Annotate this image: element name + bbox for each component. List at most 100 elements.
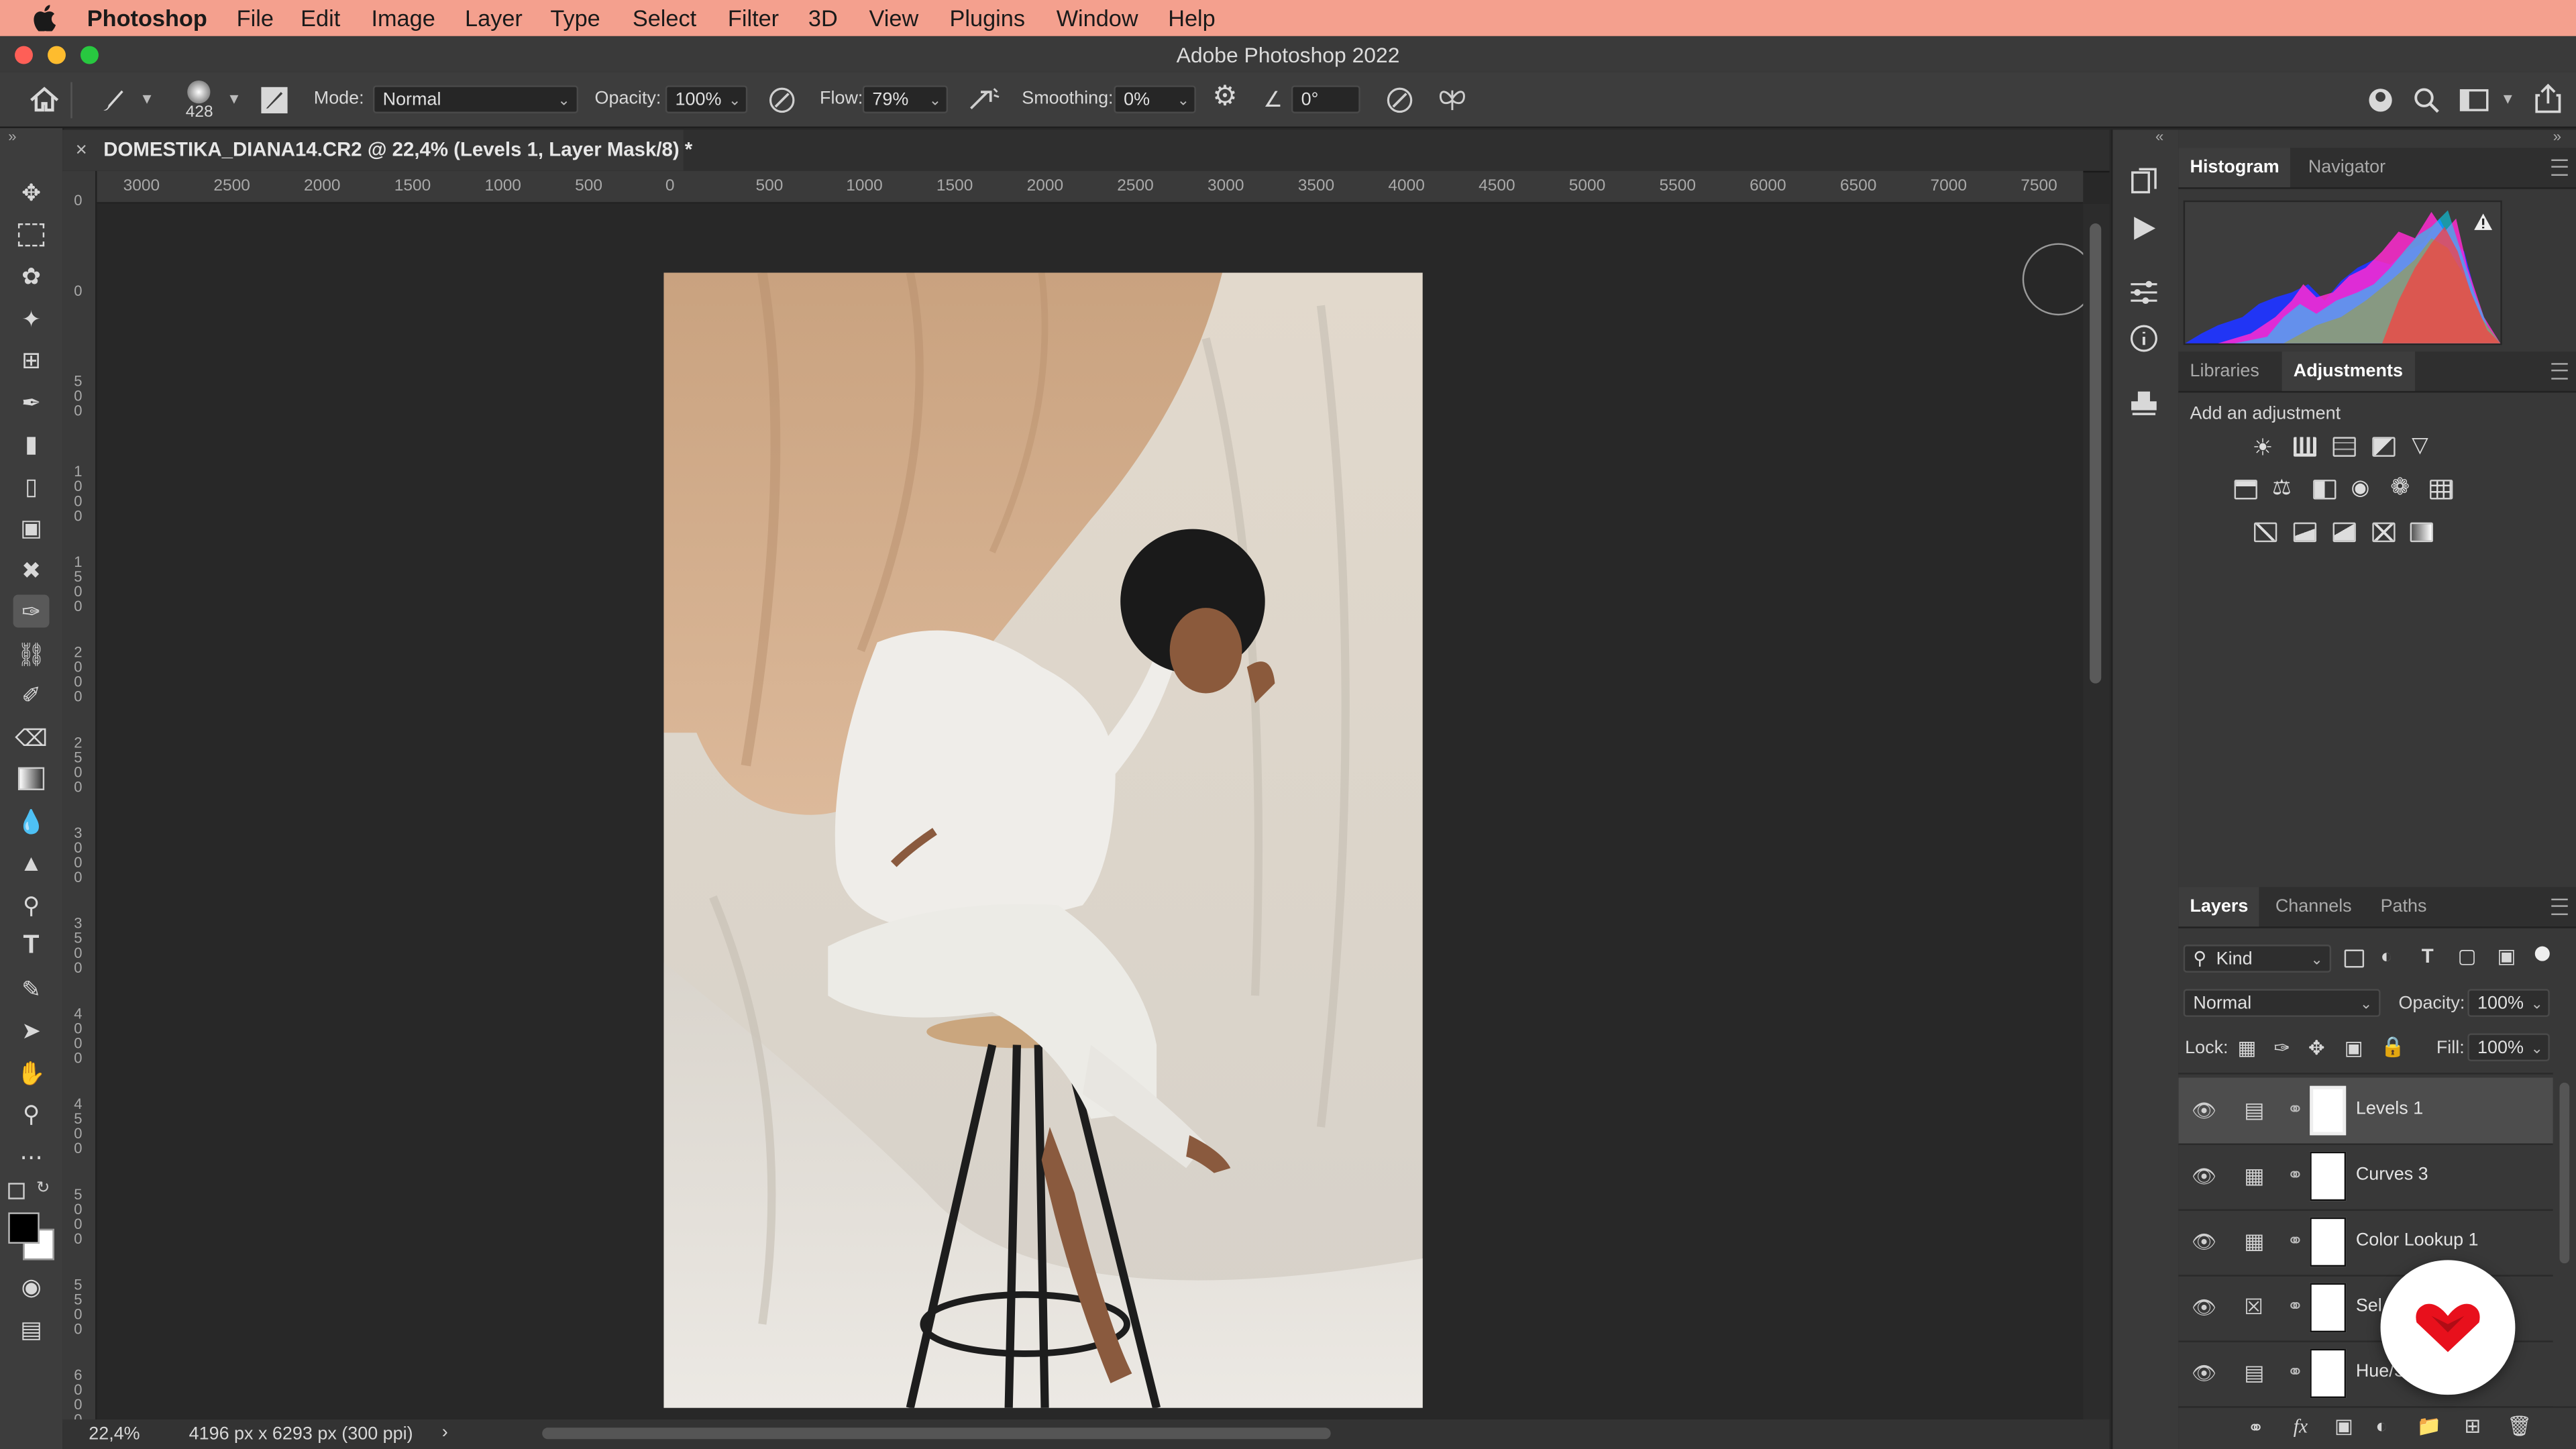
mask-link-icon[interactable]: ⚭ — [2287, 1163, 2304, 1186]
exposure-adjustment-icon[interactable] — [2372, 437, 2396, 457]
pressure-size-icon[interactable] — [1385, 85, 1414, 115]
menu-type[interactable]: Type — [550, 5, 600, 31]
layer-mask-thumbnail[interactable] — [2310, 1085, 2347, 1136]
collapse-icon[interactable]: » — [2553, 128, 2561, 144]
mask-link-icon[interactable]: ⚭ — [2287, 1097, 2304, 1120]
type-tool-icon[interactable]: T — [13, 930, 50, 963]
mask-link-icon[interactable]: ⚭ — [2287, 1360, 2304, 1383]
filter-type-layers-icon[interactable]: T — [2422, 945, 2434, 967]
pen-tool-icon[interactable]: ✎ — [13, 973, 50, 1006]
new-group-folder-icon[interactable]: 📁 — [2416, 1415, 2441, 1438]
layer-mask-thumbnail[interactable] — [2310, 1348, 2347, 1399]
tab-navigator[interactable]: Navigator — [2297, 148, 2398, 187]
filter-toggle-icon[interactable] — [2534, 946, 2550, 961]
symmetry-butterfly-icon[interactable] — [1436, 85, 1468, 115]
dodge-tool-icon[interactable]: ⚲ — [13, 889, 50, 922]
delete-layer-trash-icon[interactable]: 🗑 — [2507, 1415, 2532, 1438]
add-mask-icon[interactable]: ▣ — [2334, 1415, 2353, 1438]
layer-opacity-field[interactable]: 100% ⌄ — [2467, 989, 2550, 1017]
blur-tool-icon[interactable]: 💧 — [13, 805, 50, 838]
share-icon[interactable] — [2533, 82, 2563, 115]
visibility-eye-icon[interactable]: 👁 — [2192, 1099, 2216, 1122]
curves-adjustment-icon[interactable] — [2332, 437, 2356, 457]
history-brush-tool-icon[interactable]: ✐ — [13, 678, 50, 711]
panel-menu-icon[interactable] — [2551, 159, 2568, 176]
canvas-area[interactable] — [97, 203, 2095, 1423]
eyedropper-tool-icon[interactable]: ✒ — [13, 386, 50, 419]
brush-tip-icon[interactable] — [187, 80, 211, 104]
layers-scrollbar-thumb[interactable] — [2559, 1082, 2570, 1264]
layer-kind-filter[interactable]: ⚲ Kind ⌄ — [2183, 945, 2332, 973]
invert-adjustment-icon[interactable] — [2254, 522, 2277, 543]
photo-filter-adjustment-icon[interactable]: ◉ — [2351, 475, 2369, 501]
layer-name[interactable]: Color Lookup 1 — [2356, 1230, 2479, 1250]
mask-link-icon[interactable]: ⚭ — [2287, 1229, 2304, 1252]
horizontal-scrollbar-thumb[interactable] — [542, 1428, 1331, 1440]
visibility-eye-icon[interactable]: 👁 — [2192, 1230, 2216, 1253]
brush-tool-icon[interactable]: ✑ — [13, 594, 50, 628]
angle-field[interactable]: 0° — [1291, 85, 1360, 113]
layer-name[interactable]: Levels 1 — [2356, 1099, 2423, 1118]
color-lookup-adjustment-icon[interactable] — [2430, 480, 2453, 500]
vertical-scrollbar-thumb[interactable] — [2090, 223, 2102, 684]
fill-field[interactable]: 100% ⌄ — [2467, 1033, 2550, 1062]
tab-adjustments[interactable]: Adjustments — [2282, 352, 2415, 391]
tab-histogram[interactable]: Histogram — [2178, 148, 2291, 188]
menu-plugins[interactable]: Plugins — [950, 5, 1025, 31]
visibility-eye-icon[interactable]: 👁 — [2192, 1296, 2216, 1319]
actions-play-icon[interactable] — [2131, 215, 2157, 241]
menu-layer[interactable]: Layer — [465, 5, 523, 31]
opacity-field[interactable]: 100% ⌄ — [665, 85, 748, 113]
threshold-adjustment-icon[interactable] — [2332, 522, 2356, 543]
filter-adjustment-layers-icon[interactable]: ◐ — [2381, 945, 2393, 967]
learn-icon[interactable] — [2366, 85, 2396, 115]
content-aware-move-icon[interactable]: ✖ — [13, 553, 50, 586]
document-image[interactable] — [663, 272, 1423, 1408]
vertical-scrollbar[interactable] — [2083, 203, 2110, 1423]
chevron-down-icon[interactable]: ▼ — [140, 91, 154, 107]
magic-wand-tool-icon[interactable]: ✦ — [13, 303, 50, 335]
move-tool-icon[interactable]: ✥ — [13, 176, 50, 209]
home-icon[interactable] — [28, 85, 61, 113]
collapse-icon[interactable]: « — [2155, 128, 2163, 144]
flow-field[interactable]: 79% ⌄ — [862, 85, 949, 113]
properties-panel-icon[interactable] — [2129, 279, 2159, 305]
layer-mask-thumbnail[interactable] — [2310, 1283, 2347, 1333]
tab-layers[interactable]: Layers — [2178, 887, 2260, 927]
menu-image[interactable]: Image — [371, 5, 435, 31]
hand-tool-icon[interactable]: ✋ — [13, 1057, 50, 1089]
frame-tool-icon[interactable]: ▣ — [13, 511, 50, 544]
menu-3d[interactable]: 3D — [808, 5, 838, 31]
lock-artboard-icon[interactable]: ▣ — [2345, 1036, 2363, 1059]
document-tab[interactable]: × DOMESTIKA_DIANA14.CR2 @ 22,4% (Levels … — [62, 129, 2110, 173]
tab-libraries[interactable]: Libraries — [2178, 352, 2271, 391]
visibility-eye-icon[interactable]: 👁 — [2192, 1165, 2216, 1187]
collapse-icon[interactable]: » — [8, 128, 16, 144]
filter-shape-layers-icon[interactable]: ▢ — [2458, 945, 2477, 967]
workspace-icon[interactable] — [2459, 87, 2489, 113]
menu-edit[interactable]: Edit — [301, 5, 340, 31]
new-adjustment-layer-icon[interactable]: ◐ — [2375, 1415, 2387, 1438]
eraser-tool-icon[interactable]: ⌫ — [13, 721, 50, 754]
smoothing-settings-gear-icon[interactable]: ⚙ — [1212, 80, 1237, 113]
layer-row[interactable]: 👁 ▤ ⚭ Levels 1 — [2178, 1077, 2553, 1145]
path-selection-tool-icon[interactable]: ➤ — [13, 1014, 50, 1046]
layer-row[interactable]: 👁 ▦ ⚭ Curves 3 — [2178, 1143, 2553, 1211]
channel-mixer-adjustment-icon[interactable]: ❁ — [2390, 473, 2410, 501]
menu-window[interactable]: Window — [1057, 5, 1138, 31]
chevron-down-icon[interactable]: ▼ — [227, 91, 241, 107]
color-balance-adjustment-icon[interactable]: ⚖ — [2272, 475, 2292, 501]
layer-style-fx-icon[interactable]: fx — [2294, 1415, 2308, 1440]
lasso-tool-icon[interactable]: ✿ — [13, 260, 50, 292]
chevron-down-icon[interactable]: ▼ — [2500, 91, 2515, 107]
lock-transparent-pixels-icon[interactable]: ▦ — [2238, 1036, 2257, 1059]
history-panel-icon[interactable] — [2129, 166, 2159, 195]
screen-mode-icon[interactable]: ▤ — [13, 1313, 50, 1346]
menu-view[interactable]: View — [869, 5, 919, 31]
brush-settings-icon[interactable] — [260, 85, 289, 115]
tab-paths[interactable]: Paths — [2369, 887, 2438, 926]
hue-saturation-adjustment-icon[interactable] — [2234, 480, 2257, 500]
marquee-tool-icon[interactable] — [13, 219, 50, 252]
menu-select[interactable]: Select — [633, 5, 696, 31]
panel-menu-icon[interactable] — [2551, 363, 2568, 380]
